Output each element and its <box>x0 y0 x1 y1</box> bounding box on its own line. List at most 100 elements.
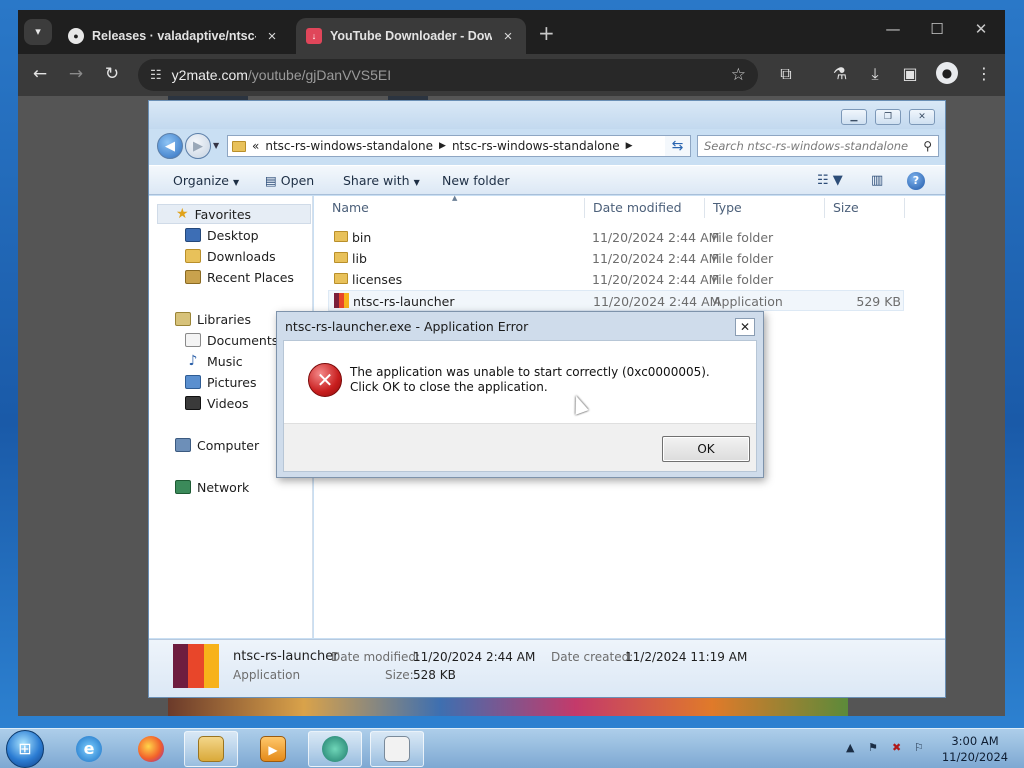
menu-icon[interactable]: ⋮ <box>972 64 996 83</box>
search-icon[interactable]: ⚲ <box>923 139 932 153</box>
labs-icon[interactable]: ⚗ <box>828 64 852 83</box>
taskbar-media-player[interactable]: ▶ <box>246 731 300 767</box>
explorer-close-icon[interactable]: ✕ <box>909 109 935 125</box>
nav-computer[interactable]: Computer <box>175 435 259 455</box>
explorer-titlebar: ▁ ❐ ✕ <box>149 101 945 129</box>
tab-strip: ▾ ● Releases · valadaptive/ntsc-rs × ↓ Y… <box>18 10 1005 54</box>
close-tab-icon[interactable]: × <box>264 28 280 45</box>
reload-icon[interactable]: ↻ <box>100 64 124 84</box>
breadcrumb-item[interactable]: ntsc-rs-windows-standalone <box>265 139 433 153</box>
dialog-close-icon[interactable]: ✕ <box>735 318 755 336</box>
address-bar[interactable]: ☷ y2mate.com/youtube/gjDanVVS5EI ☆ <box>138 59 758 91</box>
organize-button[interactable]: Organize ▼ <box>173 173 239 188</box>
column-separator[interactable] <box>704 198 705 218</box>
details-modified-value: 11/20/2024 2:44 AM <box>413 650 536 664</box>
start-button[interactable]: ⊞ <box>6 730 44 768</box>
preview-pane-icon[interactable]: ▥ <box>871 173 883 188</box>
tab-search-button[interactable]: ▾ <box>24 19 52 45</box>
page-thumbnails <box>168 696 848 716</box>
explorer-search-input[interactable]: Search ntsc-rs-windows-standalone ⚲ <box>697 135 939 157</box>
column-name[interactable]: Name <box>332 200 369 215</box>
maximize-icon[interactable]: ☐ <box>922 20 952 38</box>
explorer-restore-icon[interactable]: ❐ <box>875 109 901 125</box>
site-info-icon[interactable]: ☷ <box>150 67 162 83</box>
taskbar-firefox[interactable] <box>124 731 178 767</box>
explorer-minimize-icon[interactable]: ▁ <box>841 109 867 125</box>
music-icon: ♪ <box>188 353 198 369</box>
extensions-icon[interactable]: ⧉ <box>774 64 798 84</box>
new-folder-button[interactable]: New folder <box>442 173 510 188</box>
profile-avatar[interactable]: ● <box>936 62 958 84</box>
nav-recent-places[interactable]: Recent Places <box>185 267 294 287</box>
nav-libraries[interactable]: Libraries <box>175 309 251 329</box>
nav-favorites[interactable]: ★ Favorites <box>157 204 311 224</box>
taskbar-ie[interactable]: e <box>62 731 116 767</box>
ok-button[interactable]: OK <box>662 436 750 462</box>
media-player-icon: ▶ <box>260 736 286 762</box>
nav-desktop[interactable]: Desktop <box>185 225 259 245</box>
nav-network[interactable]: Network <box>175 477 249 497</box>
open-button[interactable]: ▤ Open <box>265 173 314 188</box>
file-name: bin <box>352 230 372 245</box>
nav-downloads[interactable]: Downloads <box>185 246 276 266</box>
column-type[interactable]: Type <box>713 200 742 215</box>
column-separator[interactable] <box>824 198 825 218</box>
videos-icon <box>185 396 201 410</box>
tab-youtube-downloader[interactable]: ↓ YouTube Downloader - Downl × <box>296 18 526 54</box>
new-tab-icon[interactable]: + <box>538 21 555 45</box>
file-row-selected[interactable]: ntsc-rs-launcher 11/20/2024 2:44 AM Appl… <box>328 290 904 311</box>
column-size[interactable]: Size <box>833 200 859 215</box>
explorer-back-icon[interactable]: ◀ <box>157 133 183 159</box>
details-name: ntsc-rs-launcher <box>233 649 339 664</box>
downloads-icon[interactable]: ⤓ <box>863 64 887 84</box>
recent-pages-dropdown[interactable]: ▼ <box>213 141 219 150</box>
bookmark-star-icon[interactable]: ☆ <box>731 65 746 85</box>
explorer-address-bar[interactable]: « ntsc-rs-windows-standalone ▶ ntsc-rs-w… <box>227 135 691 157</box>
tab-releases[interactable]: ● Releases · valadaptive/ntsc-rs × <box>58 18 290 54</box>
file-row[interactable]: bin 11/20/2024 2:44 AM File folder <box>328 227 902 248</box>
star-icon: ★ <box>176 206 189 222</box>
column-separator[interactable] <box>584 198 585 218</box>
breadcrumb-overflow[interactable]: « <box>252 139 259 153</box>
file-type: Application <box>713 294 783 309</box>
firefox-icon <box>138 736 164 762</box>
flag-icon[interactable]: ⚐ <box>914 741 924 754</box>
close-window-icon[interactable]: ✕ <box>966 20 996 38</box>
share-with-button[interactable]: Share with ▼ <box>343 173 420 188</box>
app-icon <box>334 293 349 308</box>
folder-icon <box>334 273 348 284</box>
file-row[interactable]: lib 11/20/2024 2:44 AM File folder <box>328 248 902 269</box>
breadcrumb-separator-icon[interactable]: ▶ <box>439 141 446 151</box>
column-separator[interactable] <box>904 198 905 218</box>
system-clock[interactable]: 3:00 AM 11/20/2024 <box>940 733 1010 765</box>
network-error-icon[interactable]: ✖ <box>892 741 901 754</box>
back-icon[interactable]: ← <box>28 64 52 84</box>
change-view-icon[interactable]: ☷ ▼ <box>817 173 843 188</box>
column-date-modified[interactable]: Date modified <box>593 200 682 215</box>
help-icon[interactable]: ? <box>907 172 925 190</box>
taskbar-explorer[interactable] <box>184 731 238 767</box>
breadcrumb-separator-icon[interactable]: ▶ <box>626 141 633 151</box>
explorer-refresh-icon[interactable]: ⇆ <box>665 135 691 157</box>
explorer-forward-icon[interactable]: ▶ <box>185 133 211 159</box>
show-hidden-icons[interactable]: ▲ <box>846 741 854 754</box>
action-center-icon[interactable]: ⚑ <box>868 741 878 754</box>
window-icon <box>384 736 410 762</box>
application-error-dialog: ntsc-rs-launcher.exe - Application Error… <box>276 311 764 478</box>
taskbar-app[interactable] <box>308 731 362 767</box>
nav-documents[interactable]: Documents <box>185 330 278 350</box>
taskbar-launcher[interactable] <box>370 731 424 767</box>
nav-label: Videos <box>207 395 249 411</box>
file-row[interactable]: licenses 11/20/2024 2:44 AM File folder <box>328 269 902 290</box>
nav-music[interactable]: ♪ Music <box>185 351 243 371</box>
file-size: 529 KB <box>856 294 901 309</box>
side-panel-icon[interactable]: ▣ <box>898 64 922 83</box>
close-tab-icon[interactable]: × <box>500 28 516 45</box>
minimize-icon[interactable]: — <box>878 20 908 38</box>
nav-pictures[interactable]: Pictures <box>185 372 257 392</box>
clock-time: 3:00 AM <box>951 734 999 748</box>
nav-videos[interactable]: Videos <box>185 393 249 413</box>
breadcrumb-item[interactable]: ntsc-rs-windows-standalone <box>452 139 620 153</box>
forward-icon[interactable]: → <box>64 64 88 84</box>
sort-ascending-icon: ▲ <box>452 194 458 202</box>
